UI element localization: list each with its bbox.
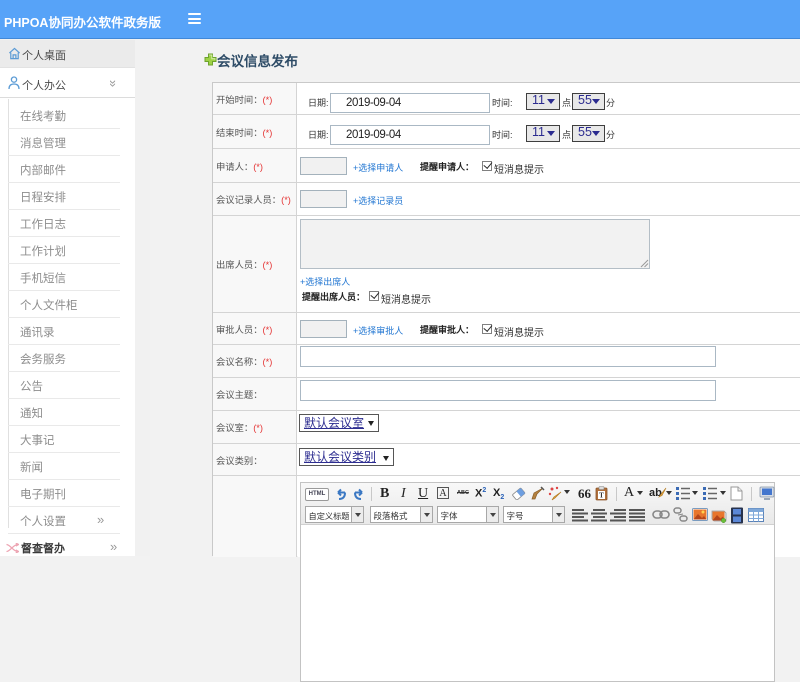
- svg-text:T: T: [599, 492, 604, 500]
